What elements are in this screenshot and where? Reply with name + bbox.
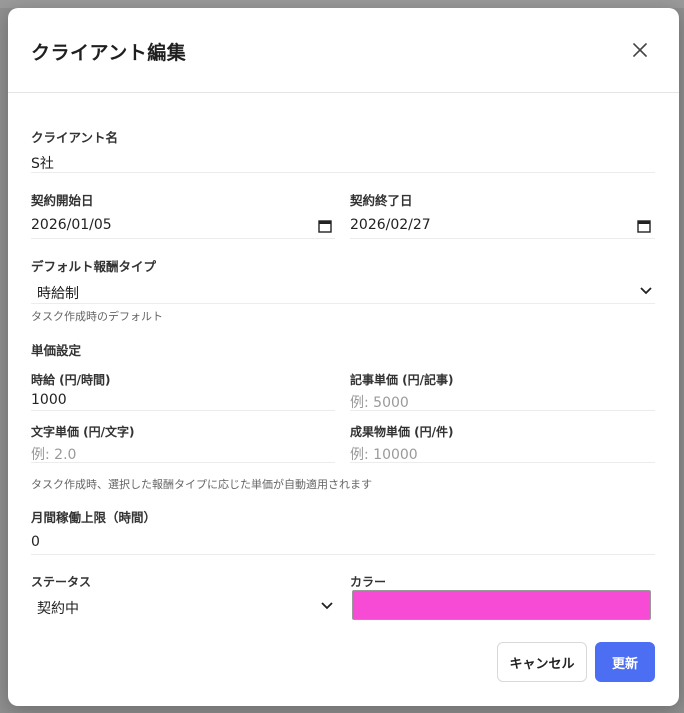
monthly-hours-limit-underline (31, 554, 655, 555)
chevron-down-icon[interactable] (640, 287, 652, 295)
article-rate-input[interactable]: 例: 5000 (350, 392, 409, 412)
contract-start-underline (31, 238, 335, 239)
article-rate-underline (350, 410, 655, 411)
hourly-rate-label: 時給 (円/時間) (31, 373, 111, 387)
contract-end-input[interactable]: 2026/02/27 (350, 217, 431, 233)
char-rate-label: 文字単価 (円/文字) (31, 425, 135, 439)
close-button[interactable] (629, 39, 651, 61)
contract-end-label: 契約終了日 (350, 193, 413, 208)
client-name-label: クライアント名 (31, 130, 119, 145)
client-edit-modal: クライアント編集 クライアント名 S社 契約開始日 2026/01/05 契約終… (8, 8, 679, 706)
hourly-rate-underline (31, 410, 335, 411)
deliverable-rate-input[interactable]: 例: 10000 (350, 444, 418, 464)
char-rate-input[interactable]: 例: 2.0 (31, 444, 76, 464)
contract-start-label: 契約開始日 (31, 193, 94, 208)
status-select[interactable]: 契約中 (37, 598, 79, 618)
contract-start-input[interactable]: 2026/01/05 (31, 217, 112, 233)
client-name-underline (31, 172, 655, 173)
char-rate-underline (31, 462, 335, 463)
default-reward-type-hint: タスク作成時のデフォルト (31, 310, 163, 323)
close-icon (633, 43, 647, 57)
monthly-hours-limit-input[interactable]: 0 (31, 534, 40, 550)
unit-price-hint: タスク作成時、選択した報酬タイプに応じた単価が自動適用されます (31, 478, 372, 491)
calendar-icon[interactable] (637, 219, 651, 233)
article-rate-label: 記事単価 (円/記事) (350, 373, 454, 387)
backdrop (0, 0, 684, 8)
cancel-button[interactable]: キャンセル (497, 642, 587, 682)
modal-title: クライアント編集 (31, 42, 187, 64)
deliverable-rate-label: 成果物単価 (円/件) (350, 425, 454, 439)
hourly-rate-input[interactable]: 1000 (31, 392, 67, 408)
default-reward-type-select[interactable]: 時給制 (37, 283, 79, 303)
chevron-down-icon[interactable] (321, 602, 333, 610)
status-label: ステータス (31, 575, 92, 589)
unit-price-section-label: 単価設定 (31, 343, 82, 358)
deliverable-rate-underline (350, 462, 655, 463)
client-name-input[interactable]: S社 (31, 153, 54, 173)
modal-header: クライアント編集 (8, 8, 679, 93)
color-label: カラー (350, 575, 387, 589)
default-reward-type-label: デフォルト報酬タイプ (31, 259, 157, 274)
calendar-icon[interactable] (318, 219, 332, 233)
color-picker[interactable] (352, 590, 651, 620)
default-reward-type-underline (31, 303, 655, 304)
contract-end-underline (350, 238, 655, 239)
monthly-hours-limit-label: 月間稼働上限（時間） (31, 510, 157, 525)
update-button[interactable]: 更新 (595, 642, 655, 682)
